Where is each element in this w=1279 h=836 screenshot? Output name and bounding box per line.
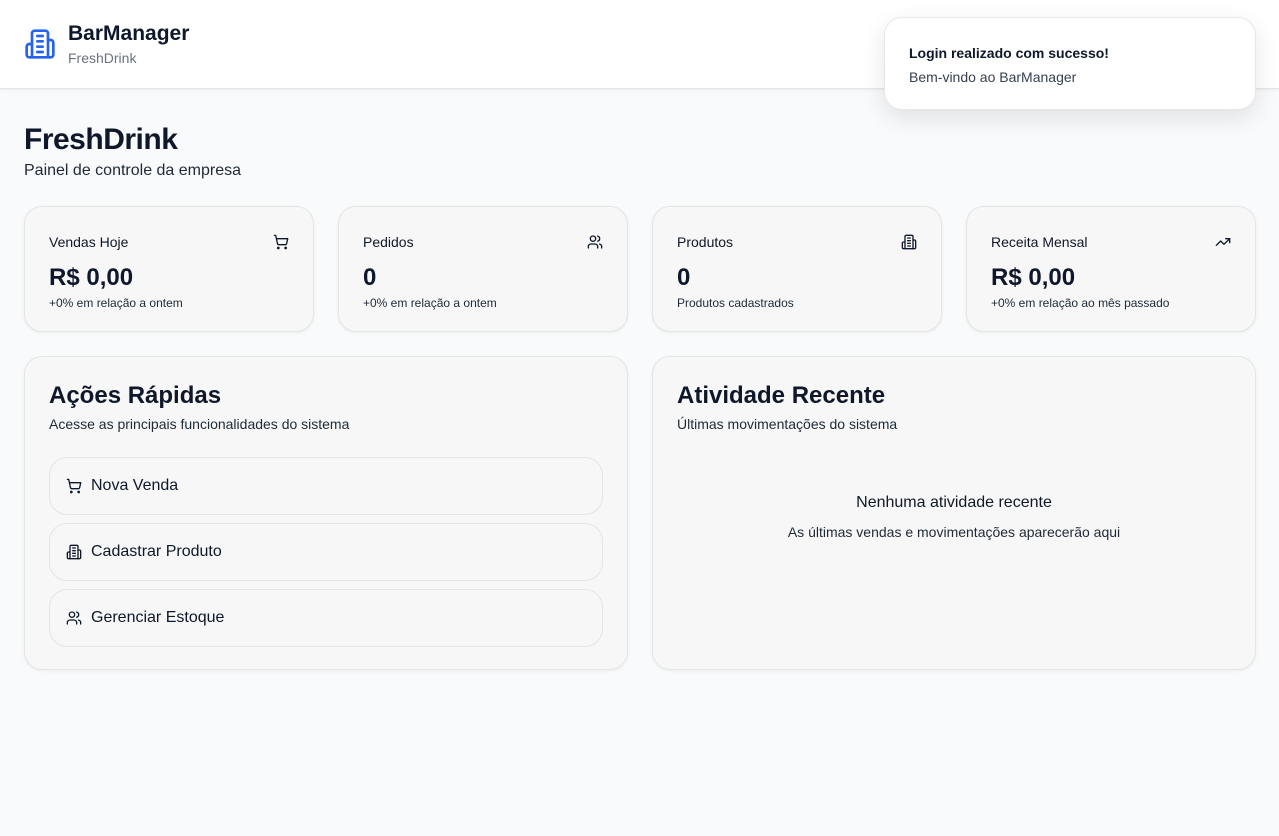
building-icon	[66, 544, 82, 560]
stat-label: Vendas Hoje	[49, 234, 129, 250]
manage-stock-button[interactable]: Gerenciar Estoque	[49, 589, 603, 647]
quick-actions-panel: Ações Rápidas Acesse as principais funci…	[24, 356, 628, 670]
toast-description: Bem-vindo ao BarManager	[909, 69, 1077, 85]
panel-description: Últimas movimentações do sistema	[677, 416, 898, 432]
stat-value: R$ 0,00	[991, 264, 1076, 291]
stat-card-pedidos: Pedidos 0 +0% em relação a ontem	[338, 206, 628, 332]
empty-state: Nenhuma atividade recente As últimas ven…	[677, 493, 1231, 541]
stat-note: +0% em relação a ontem	[49, 296, 183, 310]
trending-up-icon	[1215, 234, 1231, 250]
stat-value: R$ 0,00	[49, 264, 134, 291]
stat-value: 0	[677, 264, 691, 291]
stat-card-produtos: Produtos 0 Produtos cadastrados	[652, 206, 942, 332]
brand: BarManager FreshDrink	[68, 21, 189, 67]
empty-state-description: As últimas vendas e movimentações aparec…	[787, 524, 1121, 540]
empty-state-title: Nenhuma atividade recente	[856, 494, 1052, 511]
users-icon	[587, 234, 603, 250]
panel-description: Acesse as principais funcionalidades do …	[49, 416, 350, 432]
building-icon	[901, 234, 917, 250]
stat-card-vendas-hoje: Vendas Hoje R$ 0,00 +0% em relação a ont…	[24, 206, 314, 332]
panel-title: Atividade Recente	[677, 382, 886, 409]
stat-card-receita-mensal: Receita Mensal R$ 0,00 +0% em relação ao…	[966, 206, 1256, 332]
page-title: FreshDrink	[24, 123, 178, 156]
shopping-cart-icon	[66, 478, 82, 494]
stat-note: +0% em relação ao mês passado	[991, 296, 1170, 310]
quick-actions-list: Nova Venda Cadastrar Produto Gerenciar E…	[49, 457, 603, 647]
users-icon	[66, 610, 82, 626]
recent-activity-panel: Atividade Recente Últimas movimentações …	[652, 356, 1256, 670]
building-icon	[24, 28, 56, 60]
new-sale-button[interactable]: Nova Venda	[49, 457, 603, 515]
login-success-toast[interactable]: Login realizado com sucesso! Bem-vindo a…	[884, 17, 1256, 110]
page-subtitle: Painel de controle da empresa	[24, 162, 242, 179]
action-label: Nova Venda	[91, 477, 179, 494]
stat-label: Receita Mensal	[991, 234, 1088, 250]
stat-note: Produtos cadastrados	[677, 296, 794, 310]
app-name: BarManager	[68, 22, 190, 45]
stat-note: +0% em relação a ontem	[363, 296, 497, 310]
stat-value: 0	[363, 264, 377, 291]
stat-label: Pedidos	[363, 234, 414, 250]
company-name: FreshDrink	[68, 50, 137, 66]
action-label: Cadastrar Produto	[91, 543, 222, 560]
toast-title: Login realizado com sucesso!	[909, 45, 1109, 61]
stat-label: Produtos	[677, 234, 734, 250]
shopping-cart-icon	[273, 234, 289, 250]
panel-title: Ações Rápidas	[49, 382, 222, 409]
action-label: Gerenciar Estoque	[91, 609, 225, 626]
register-product-button[interactable]: Cadastrar Produto	[49, 523, 603, 581]
